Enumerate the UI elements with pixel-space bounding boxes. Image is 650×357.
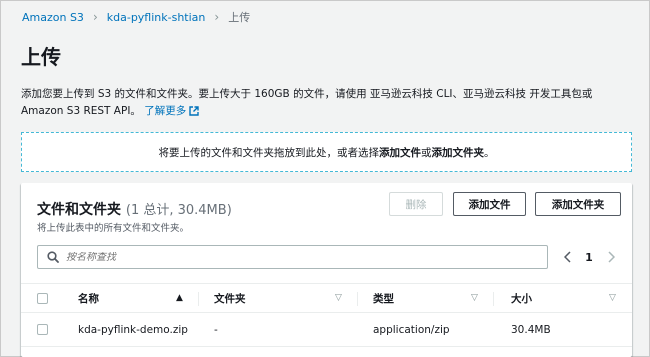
row-name: kda-pyflink-demo.zip — [78, 323, 188, 336]
search-icon — [47, 251, 59, 263]
breadcrumb-s3[interactable]: Amazon S3 — [22, 11, 84, 24]
files-panel: 文件和文件夹 (1 总计, 30.4MB) 将上传此表中的所有文件和文件夹。 删… — [21, 183, 632, 357]
add-files-button[interactable]: 添加文件 — [453, 192, 526, 216]
delete-button[interactable]: 删除 — [389, 192, 443, 216]
chevron-left-icon[interactable] — [560, 251, 574, 263]
checkbox-icon — [37, 292, 48, 304]
sort-down-icon[interactable]: ▽ — [335, 284, 342, 312]
select-all-checkbox[interactable] — [37, 284, 48, 312]
panel-subtitle: 将上传此表中的所有文件和文件夹。 — [37, 223, 190, 234]
sort-down-icon[interactable]: ▽ — [609, 284, 616, 312]
dropzone-suffix: 。 — [484, 146, 495, 159]
column-divider — [357, 292, 358, 306]
pagination: 1 — [560, 245, 618, 269]
panel-title-text: 文件和文件夹 — [37, 202, 121, 218]
page-title: 上传 — [21, 45, 61, 69]
breadcrumb-current: 上传 — [228, 11, 251, 24]
add-folder-button[interactable]: 添加文件夹 — [535, 192, 621, 216]
row-folder: - — [214, 323, 218, 336]
learn-more-label: 了解更多 — [144, 105, 187, 117]
sort-up-icon[interactable]: ▲ — [176, 284, 183, 312]
dropzone-text: 将要上传的文件和文件夹拖放到此处，或者选择 — [158, 146, 380, 159]
chevron-right-icon[interactable] — [604, 251, 618, 263]
dropzone-add-files: 添加文件 — [379, 146, 421, 159]
row-type: application/zip — [373, 323, 450, 336]
files-table: 名称 ▲ 文件夹 ▽ 类型 ▽ 大小 ▽ kda-pyflink-demo.zi… — [21, 283, 632, 347]
column-divider — [493, 292, 494, 306]
drop-zone[interactable]: 将要上传的文件和文件夹拖放到此处，或者选择 添加文件或添加文件夹。 — [21, 132, 632, 172]
checkbox-icon — [37, 324, 48, 335]
search-input[interactable] — [66, 251, 506, 263]
dropzone-or: 或 — [421, 146, 432, 159]
row-checkbox[interactable] — [37, 313, 48, 346]
column-size[interactable]: 大小 — [511, 284, 532, 312]
table-row: kda-pyflink-demo.zip - application/zip 3… — [21, 313, 632, 347]
learn-more-link[interactable]: 了解更多 — [144, 105, 199, 117]
breadcrumb: Amazon S3 › kda-pyflink-shtian › 上传 — [22, 9, 250, 25]
chevron-right-icon: › — [214, 10, 220, 24]
column-name[interactable]: 名称 — [78, 284, 99, 312]
column-divider — [198, 292, 199, 306]
row-size: 30.4MB — [511, 323, 551, 336]
search-box — [37, 245, 548, 269]
external-link-icon — [189, 105, 199, 122]
breadcrumb-bucket[interactable]: kda-pyflink-shtian — [107, 11, 206, 24]
page-description: 添加您要上传到 S3 的文件和文件夹。要上传大于 160GB 的文件，请使用 亚… — [21, 86, 631, 122]
table-header: 名称 ▲ 文件夹 ▽ 类型 ▽ 大小 ▽ — [21, 283, 632, 313]
sort-down-icon[interactable]: ▽ — [471, 284, 478, 312]
description-text: 添加您要上传到 S3 的文件和文件夹。要上传大于 160GB 的文件，请使用 亚… — [21, 88, 593, 117]
column-type[interactable]: 类型 — [373, 284, 394, 312]
column-folder[interactable]: 文件夹 — [214, 284, 246, 312]
panel-title: 文件和文件夹 (1 总计, 30.4MB) — [37, 199, 232, 219]
dropzone-add-folder: 添加文件夹 — [431, 146, 485, 159]
chevron-right-icon: › — [92, 10, 98, 24]
panel-count: (1 总计, 30.4MB) — [125, 203, 232, 218]
page-number[interactable]: 1 — [574, 251, 604, 264]
